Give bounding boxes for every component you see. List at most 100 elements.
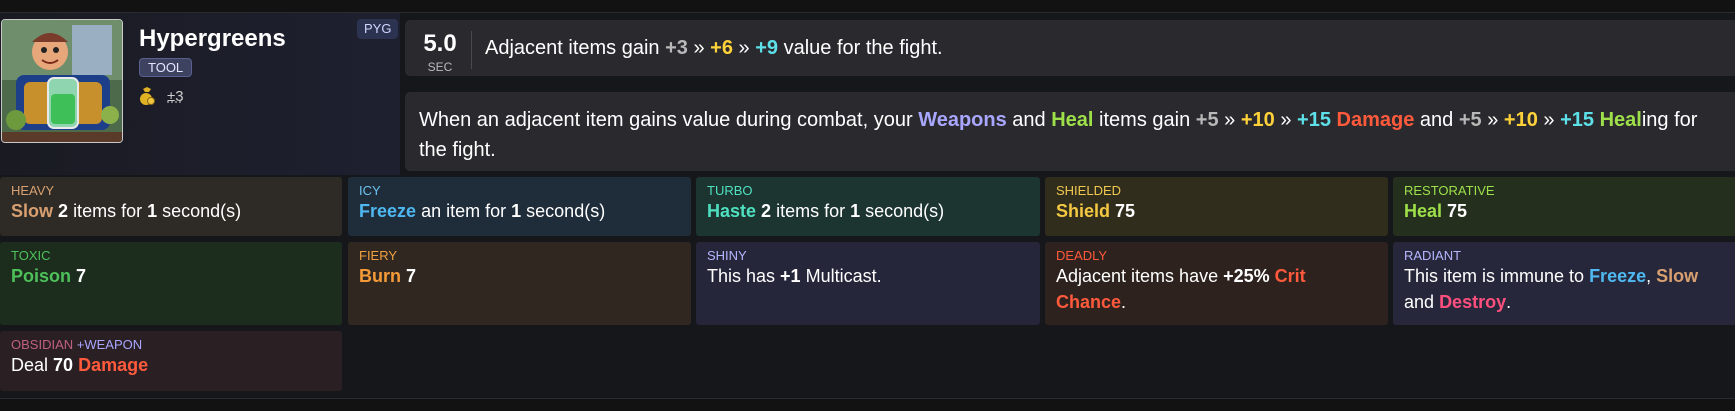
- enchant-text-part: items for: [776, 201, 846, 221]
- ability-text: and: [1419, 109, 1454, 131]
- item-name: Hypergreens: [139, 25, 286, 52]
- enchant-text-part: second(s): [865, 201, 945, 221]
- enchant-number: 70: [53, 355, 74, 375]
- enchant-number: 1: [850, 201, 861, 221]
- enchant-restorative[interactable]: RESTORATIVE Heal 75: [1393, 177, 1735, 236]
- enchant-shiny[interactable]: SHINY This has +1 Multicast.: [696, 242, 1040, 325]
- item-header: Hypergreens TOOL ±3 PYG: [0, 13, 400, 175]
- enchant-title: HEAVY: [11, 183, 55, 198]
- damage-tier2: +10: [1240, 109, 1275, 131]
- enchant-text-part: This has: [707, 266, 776, 286]
- effect-suffix: value for the fight.: [783, 37, 943, 59]
- enchant-title: TURBO: [707, 183, 753, 198]
- keyword-freeze: Freeze: [359, 201, 417, 221]
- enchant-number: 2: [58, 201, 69, 221]
- cooldown-unit: SEC: [427, 60, 453, 74]
- enchant-title: SHINY: [707, 248, 747, 263]
- keyword-healing[interactable]: Heal: [1600, 109, 1642, 131]
- ability-text: and: [1012, 109, 1046, 131]
- keyword-heal: Heal: [1404, 201, 1443, 221]
- item-value: ±3: [139, 87, 184, 105]
- enchant-text-part: Multicast.: [805, 266, 882, 286]
- heal-tier3: +15: [1560, 109, 1595, 131]
- keyword-freeze: Freeze: [1589, 266, 1647, 286]
- ability-text: When an adjacent item gains value during…: [419, 109, 913, 131]
- ability-box: When an adjacent item gains value during…: [405, 92, 1735, 171]
- enchant-text-part: .: [1506, 292, 1512, 312]
- tool-tag[interactable]: TOOL: [139, 58, 193, 77]
- keyword-damage: Damage: [78, 355, 149, 375]
- effect-prefix: Adjacent items gain: [485, 37, 660, 59]
- tier-separator: »: [738, 37, 750, 59]
- enchant-number: 75: [1115, 201, 1136, 221]
- enchant-text-part: items for: [73, 201, 143, 221]
- keyword-shield: Shield: [1056, 201, 1111, 221]
- enchant-title-row: OBSIDIAN +WEAPON: [11, 337, 331, 352]
- keyword-weapons[interactable]: Weapons: [918, 109, 1007, 131]
- enchant-number: 7: [406, 266, 417, 286]
- enchant-text-part: This item is immune to: [1404, 266, 1585, 286]
- keyword-destroy: Destroy: [1439, 292, 1507, 312]
- item-value-text[interactable]: ±3: [167, 88, 184, 105]
- damage-tier1: +5: [1195, 109, 1219, 131]
- heal-tier2: +10: [1503, 109, 1538, 131]
- enchant-subtag: +WEAPON: [76, 337, 143, 352]
- pack-tag[interactable]: PYG: [357, 19, 399, 39]
- item-tooltip: Hypergreens TOOL ±3 PYG 5.0 SEC Adjacent…: [0, 12, 1735, 399]
- enchant-text: Freeze an item for 1 second(s): [359, 198, 680, 224]
- enchant-text: Slow 2 items for 1 second(s): [11, 198, 331, 224]
- cooldown-value: 5.0: [423, 30, 457, 57]
- enchant-text: Deal 70 Damage: [11, 352, 331, 378]
- tier-separator: »: [1280, 109, 1292, 131]
- enchant-text-part: .: [1121, 292, 1127, 312]
- keyword-burn: Burn: [359, 266, 401, 286]
- tier-separator: »: [1224, 109, 1236, 131]
- enchant-radiant[interactable]: RADIANT This item is immune to Freeze, S…: [1393, 242, 1735, 325]
- enchant-number: +1: [780, 266, 801, 286]
- enchant-text-part: second(s): [162, 201, 242, 221]
- cooldown-effect-box: 5.0 SEC Adjacent items gain +3 » +6 » +9…: [405, 20, 1735, 76]
- enchant-title: DEADLY: [1056, 248, 1108, 263]
- enchant-turbo[interactable]: TURBO Haste 2 items for 1 second(s): [696, 177, 1040, 236]
- effect-text: Adjacent items gain +3 » +6 » +9 value f…: [485, 37, 943, 60]
- keyword-damage[interactable]: Damage: [1337, 109, 1415, 131]
- keyword-haste: Haste: [707, 201, 757, 221]
- enchant-text: This item is immune to Freeze, Slow and …: [1404, 263, 1724, 315]
- enchant-number: 1: [147, 201, 158, 221]
- keyword-heal[interactable]: Heal: [1051, 109, 1093, 131]
- enchant-title: SHIELDED: [1056, 183, 1122, 198]
- enchant-title: FIERY: [359, 248, 398, 263]
- item-portrait[interactable]: [1, 19, 123, 143]
- enchant-text-part: second(s): [526, 201, 606, 221]
- enchant-number: 7: [76, 266, 87, 286]
- enchant-deadly[interactable]: DEADLY Adjacent items have +25% Crit Cha…: [1045, 242, 1388, 325]
- enchant-title: OBSIDIAN: [11, 337, 74, 352]
- enchant-text: Shield 75: [1056, 198, 1377, 224]
- enchant-text-part: Deal: [11, 355, 49, 375]
- enchant-text: This has +1 Multicast.: [707, 263, 1029, 289]
- tier-separator: »: [693, 37, 705, 59]
- effect-value-tier1: +3: [665, 37, 688, 59]
- enchant-text: Burn 7: [359, 263, 680, 289]
- enchant-toxic[interactable]: TOXIC Poison 7: [0, 242, 342, 325]
- enchant-obsidian[interactable]: OBSIDIAN +WEAPON Deal 70 Damage: [0, 331, 342, 391]
- enchant-fiery[interactable]: FIERY Burn 7: [348, 242, 691, 325]
- enchant-shielded[interactable]: SHIELDED Shield 75: [1045, 177, 1388, 236]
- enchant-number: +25%: [1223, 266, 1270, 286]
- ability-text: items gain: [1099, 109, 1191, 131]
- keyword-poison: Poison: [11, 266, 72, 286]
- enchant-text: Poison 7: [11, 263, 331, 289]
- enchant-text: Haste 2 items for 1 second(s): [707, 198, 1029, 224]
- enchant-icy[interactable]: ICY Freeze an item for 1 second(s): [348, 177, 691, 236]
- tier-separator: »: [1543, 109, 1555, 131]
- keyword-slow: Slow: [11, 201, 54, 221]
- effect-value-tier2: +6: [710, 37, 733, 59]
- enchant-text-part: ,: [1646, 266, 1652, 286]
- enchant-number: 75: [1447, 201, 1468, 221]
- enchant-title: RESTORATIVE: [1404, 183, 1495, 198]
- enchant-number: 1: [511, 201, 522, 221]
- coin-bag-icon: [139, 87, 155, 105]
- enchant-heavy[interactable]: HEAVY Slow 2 items for 1 second(s): [0, 177, 342, 236]
- tier-separator: »: [1487, 109, 1499, 131]
- enchant-title: ICY: [359, 183, 381, 198]
